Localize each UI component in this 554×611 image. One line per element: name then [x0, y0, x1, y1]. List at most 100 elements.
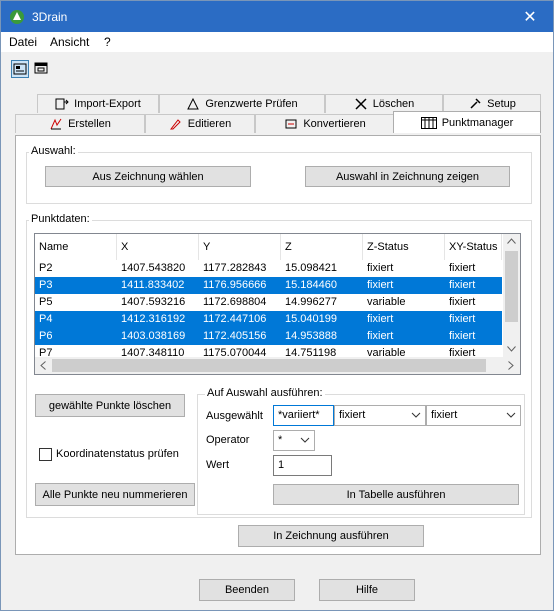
scroll-down-icon[interactable]: [507, 346, 516, 352]
tab-label: Grenzwerte Prüfen: [205, 98, 298, 110]
view-layout-icon[interactable]: [11, 60, 29, 78]
col-xy-status[interactable]: XY-Status: [445, 234, 502, 260]
tab-label: Erstellen: [68, 118, 111, 130]
scroll-right-icon[interactable]: [508, 361, 514, 370]
z-status-select[interactable]: fixiert: [334, 405, 426, 426]
menu-datei[interactable]: Datei: [9, 35, 37, 49]
table-cell-y: 1177.282843: [203, 262, 267, 274]
tab-import-export[interactable]: Import-Export: [37, 94, 159, 113]
punktmanager-panel: Auswahl: Aus Zeichnung wählen Auswahl in…: [15, 135, 541, 555]
punktdaten-label: Punktdaten:: [29, 213, 92, 225]
auf-auswahl-label: Auf Auswahl ausführen:: [205, 387, 325, 399]
z-status-value: fixiert: [339, 409, 366, 421]
xy-status-select[interactable]: fixiert: [426, 405, 521, 426]
show-selection-in-drawing-button[interactable]: Auswahl in Zeichnung zeigen: [305, 166, 510, 187]
col-y[interactable]: Y: [199, 234, 281, 260]
tab-grenzwerte[interactable]: Grenzwerte Prüfen: [159, 94, 325, 113]
table-cell-xys: fixiert: [449, 330, 476, 342]
table-cell-z: 15.184460: [285, 279, 337, 291]
coord-status-label: Koordinatenstatus prüfen: [56, 448, 179, 460]
wert-label: Wert: [206, 459, 230, 471]
table-cell-name: P4: [39, 313, 53, 325]
ausgewaehlt-label: Ausgewählt: [206, 410, 263, 422]
table-cell-y: 1172.405156: [203, 330, 267, 342]
vertical-scrollbar[interactable]: [503, 234, 520, 357]
ausgewaehlt-field[interactable]: *variiert*: [273, 405, 334, 426]
hilfe-button[interactable]: Hilfe: [319, 579, 415, 601]
menu-help[interactable]: ?: [104, 35, 111, 49]
select-from-drawing-button[interactable]: Aus Zeichnung wählen: [45, 166, 251, 187]
table-cell-x: 1403.038169: [121, 330, 186, 342]
operator-value: *: [278, 434, 283, 446]
table-cell-y: 1176.956666: [203, 279, 267, 291]
coord-status-checkbox[interactable]: [39, 448, 52, 461]
points-table[interactable]: Name X Y Z Z-Status XY-Status P2 1407.543…: [34, 233, 521, 375]
create-icon: [50, 118, 62, 130]
horizontal-scrollbar[interactable]: [35, 357, 520, 374]
convert-icon: [285, 119, 297, 129]
table-row[interactable]: P3 1411.833402 1176.956666 15.184460 fixiert…: [35, 277, 502, 294]
scroll-left-icon[interactable]: [40, 361, 46, 370]
main-window: 3Drain ✕ Datei Ansicht ? Import-Export G…: [0, 0, 554, 611]
table-cell-zs: fixiert: [367, 313, 394, 325]
window-title: 3Drain: [32, 10, 68, 24]
table-row[interactable]: P4 1412.316192 1172.447106 15.040199 fixiert…: [35, 311, 502, 328]
menu-ansicht[interactable]: Ansicht: [50, 35, 89, 49]
col-name[interactable]: Name: [35, 234, 117, 260]
toolbar: [1, 52, 553, 84]
col-z-status[interactable]: Z-Status: [363, 234, 445, 260]
operator-select[interactable]: *: [273, 430, 315, 451]
table-cell-name: P3: [39, 279, 53, 291]
run-in-drawing-button[interactable]: In Zeichnung ausführen: [238, 525, 424, 547]
tab-erstellen[interactable]: Erstellen: [15, 114, 145, 133]
table-cell-zs: fixiert: [367, 279, 394, 291]
table-cell-name: P5: [39, 296, 53, 308]
wrench-icon: [470, 98, 481, 109]
edit-icon: [169, 119, 181, 130]
wert-field[interactable]: 1: [273, 455, 332, 476]
table-cell-name: P2: [39, 262, 53, 274]
tab-label: Import-Export: [74, 98, 141, 110]
table-cell-z: 14.996277: [285, 296, 337, 308]
chevron-down-icon: [411, 412, 421, 418]
beenden-button[interactable]: Beenden: [199, 579, 295, 601]
scroll-up-icon[interactable]: [507, 238, 516, 244]
delete-icon: [355, 98, 367, 110]
app-icon: [10, 10, 24, 24]
table-cell-zs: fixiert: [367, 262, 394, 274]
close-icon[interactable]: ✕: [507, 1, 553, 32]
tab-strip: Import-Export Grenzwerte Prüfen Löschen …: [15, 94, 541, 136]
table-cell-x: 1407.593216: [121, 296, 186, 308]
tab-editieren[interactable]: Editieren: [145, 114, 255, 133]
horizontal-scroll-thumb[interactable]: [52, 359, 486, 372]
table-cell-x: 1407.543820: [121, 262, 186, 274]
table-icon: [420, 116, 437, 129]
auswahl-label: Auswahl:: [29, 145, 78, 157]
delete-selected-points-button[interactable]: gewählte Punkte löschen: [35, 394, 185, 417]
table-cell-xys: fixiert: [449, 313, 476, 325]
run-in-table-button[interactable]: In Tabelle ausführen: [273, 484, 519, 505]
menu-bar: Datei Ansicht ?: [1, 32, 553, 52]
table-row[interactable]: P2 1407.543820 1177.282843 15.098421 fixiert…: [35, 260, 502, 277]
xy-status-value: fixiert: [431, 409, 458, 421]
col-z[interactable]: Z: [281, 234, 363, 260]
table-cell-xys: fixiert: [449, 279, 476, 291]
table-row[interactable]: P6 1403.038169 1172.405156 14.953888 fixiert…: [35, 328, 502, 345]
col-x[interactable]: X: [117, 234, 199, 260]
table-cell-y: 1172.698804: [203, 296, 267, 308]
tab-label: Setup: [487, 98, 516, 110]
tab-label: Editieren: [187, 118, 232, 130]
table-cell-xys: fixiert: [449, 262, 476, 274]
vertical-scroll-thumb[interactable]: [505, 251, 518, 322]
table-row[interactable]: P5 1407.593216 1172.698804 14.996277 variabl…: [35, 294, 502, 311]
renumber-all-button[interactable]: Alle Punkte neu nummerieren: [35, 483, 195, 506]
check-limits-icon: [187, 97, 200, 110]
window-icon[interactable]: [33, 60, 51, 78]
tab-konvertieren[interactable]: Konvertieren: [255, 114, 395, 133]
tab-punktmanager[interactable]: Punktmanager: [393, 111, 541, 133]
tab-label: Löschen: [372, 98, 415, 110]
table-cell-zs: fixiert: [367, 330, 394, 342]
tab-label: Konvertieren: [303, 118, 366, 130]
table-cell-z: 15.098421: [285, 262, 337, 274]
tab-label: Punktmanager: [441, 116, 514, 129]
